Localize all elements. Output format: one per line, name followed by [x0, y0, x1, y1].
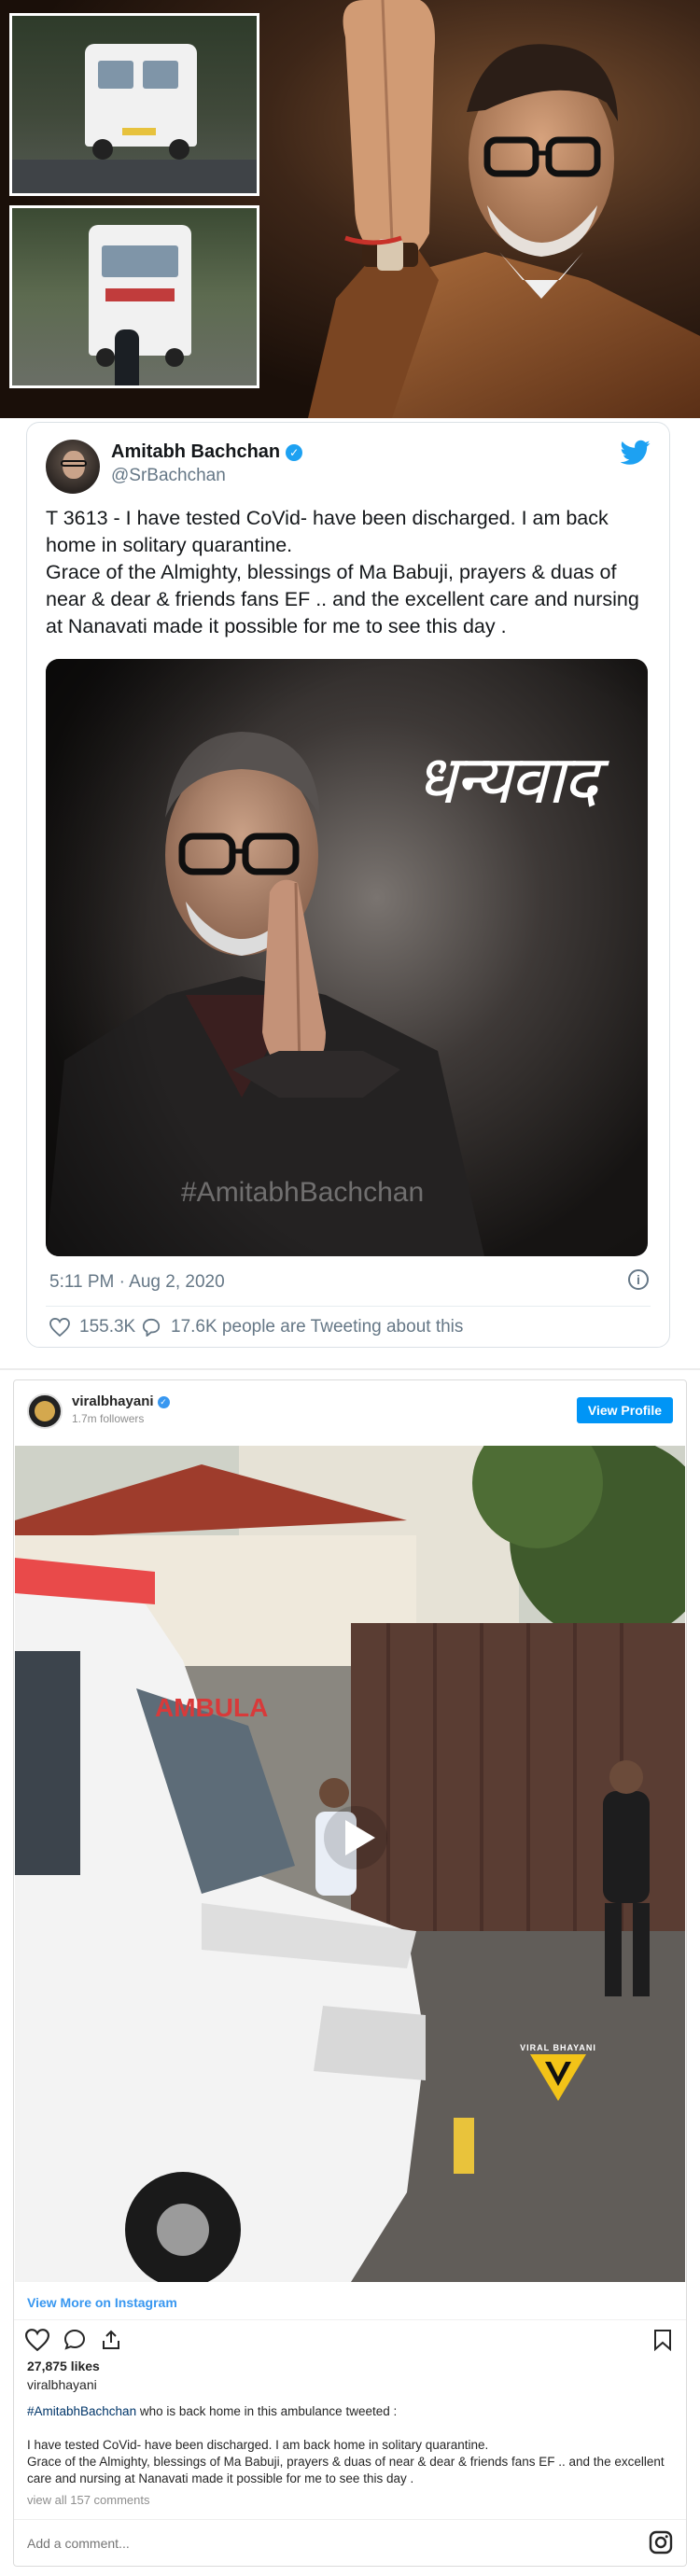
instagram-action-bar	[25, 2329, 122, 2351]
instagram-avatar[interactable]	[27, 1393, 63, 1429]
comment-icon[interactable]	[63, 2329, 87, 2351]
instagram-divider	[14, 2319, 686, 2320]
info-icon[interactable]: i	[628, 1269, 649, 1290]
heart-icon[interactable]	[25, 2329, 49, 2351]
watermark-logo-icon	[530, 2054, 586, 2101]
tweet-discussion-text: 17.6K people are Tweeting about this	[171, 1317, 464, 1337]
instagram-embed[interactable]: viralbhayani ✓ 1.7m followers View Profil…	[13, 1379, 687, 2567]
tweet-text-line-2: Grace of the Almighty, blessings of Ma B…	[46, 561, 639, 637]
tweet-timestamp[interactable]: 5:11 PM · Aug 2, 2020	[49, 1272, 225, 1293]
tweet-text-line-1: T 3613 - I have tested CoVid- have been …	[46, 507, 609, 556]
bookmark-icon[interactable]	[652, 2329, 673, 2351]
view-all-comments-link[interactable]: view all 157 comments	[27, 2493, 150, 2507]
ambulance-photo-2	[9, 205, 259, 388]
tweet-media-image[interactable]: धन्यवाद #AmitabhBachchan	[46, 659, 648, 1256]
share-icon[interactable]	[100, 2329, 122, 2351]
instagram-logo-icon[interactable]	[649, 2530, 673, 2555]
caption-hashtag-link[interactable]: #AmitabhBachchan	[27, 2404, 136, 2418]
caption-intro-text: who is back home in this ambulance tweet…	[136, 2404, 398, 2418]
caption-intro: #AmitabhBachchan who is back home in thi…	[27, 2403, 671, 2420]
tweet-like-count: 155.3K	[79, 1317, 136, 1337]
header-photo-collage	[0, 0, 700, 418]
verified-badge-icon: ✓	[157, 1395, 170, 1408]
video-watermark: VIRAL BHAYANI	[520, 2043, 596, 2107]
view-profile-button[interactable]: View Profile	[576, 1397, 673, 1423]
twitter-bird-icon[interactable]	[621, 440, 651, 466]
instagram-divider-bottom	[14, 2519, 686, 2520]
heart-icon	[49, 1318, 70, 1337]
tweet-media-hashtag: #AmitabhBachchan	[181, 1177, 425, 1208]
instagram-video[interactable]: AMBULA VIRAL BHAYANI	[15, 1446, 685, 2282]
ambulance-photo-1	[9, 13, 259, 196]
tweet-media-hindi-text: धन्यवाद	[414, 740, 598, 819]
tweet-like-button[interactable]: 155.3K	[49, 1317, 135, 1337]
svg-text:AMBULA: AMBULA	[155, 1693, 268, 1722]
reply-bubble-icon	[142, 1318, 161, 1337]
instagram-followers: 1.7m followers	[72, 1412, 145, 1425]
tweet-card[interactable]: Amitabh Bachchan ✓ @SrBachchan T 3613 - I…	[26, 422, 670, 1348]
play-icon[interactable]	[323, 1805, 388, 1870]
tweet-discussion-link[interactable]: 17.6K people are Tweeting about this	[141, 1317, 463, 1337]
instagram-username[interactable]: viralbhayani ✓	[72, 1393, 170, 1409]
tweet-text: T 3613 - I have tested CoVid- have been …	[46, 505, 652, 640]
instagram-like-count[interactable]: 27,875 likes	[27, 2359, 100, 2373]
section-divider	[0, 1368, 700, 1370]
caption-body: I have tested CoVid- have been discharge…	[27, 2437, 671, 2487]
verified-badge-icon: ✓	[286, 443, 303, 461]
tweet-author-avatar[interactable]	[46, 440, 100, 494]
tweet-divider	[46, 1306, 651, 1307]
tweet-author-name[interactable]: Amitabh Bachchan ✓	[111, 441, 303, 463]
hero-photo-namaste	[308, 0, 700, 418]
caption-body-line-2: Grace of the Almighty, blessings of Ma B…	[27, 2455, 665, 2485]
instagram-username-text[interactable]: viralbhayani	[72, 1393, 154, 1409]
tweet-author-handle[interactable]: @SrBachchan	[111, 466, 226, 486]
watermark-text: VIRAL BHAYANI	[520, 2043, 596, 2052]
add-comment-input[interactable]	[27, 2536, 587, 2551]
caption-body-line-1: I have tested CoVid- have been discharge…	[27, 2438, 489, 2452]
tweet-author-name-text[interactable]: Amitabh Bachchan	[111, 441, 280, 462]
instagram-post-owner[interactable]: viralbhayani	[27, 2377, 97, 2392]
view-more-link[interactable]: View More on Instagram	[27, 2295, 177, 2310]
instagram-caption: #AmitabhBachchan who is back home in thi…	[27, 2403, 671, 2487]
